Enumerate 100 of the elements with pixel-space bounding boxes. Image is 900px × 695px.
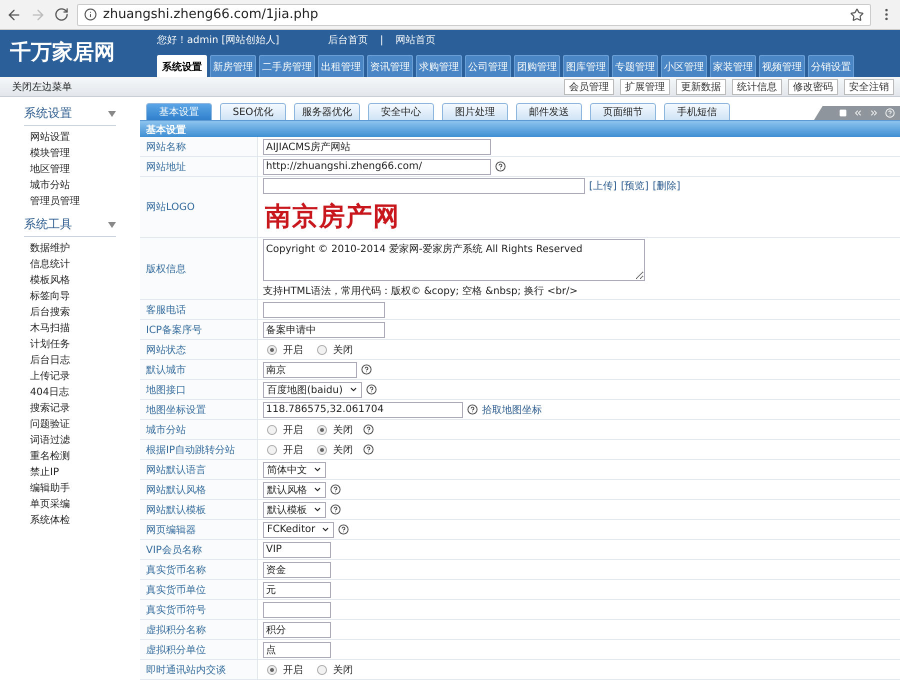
text-field[interactable]: 点 bbox=[263, 642, 331, 658]
text-field[interactable]: 资金 bbox=[263, 562, 331, 578]
radio-button[interactable] bbox=[317, 344, 327, 354]
text-field[interactable]: VIP bbox=[263, 542, 331, 558]
nav-tab[interactable]: 图库管理 bbox=[563, 55, 609, 77]
nav-tab[interactable]: 视频管理 bbox=[759, 55, 805, 77]
settings-tab[interactable]: SEO优化 bbox=[220, 103, 286, 120]
help-icon[interactable] bbox=[330, 504, 341, 515]
help-icon[interactable] bbox=[330, 484, 341, 495]
text-field[interactable]: http://zhuangshi.zheng66.com/ bbox=[263, 158, 491, 174]
sidebar-item[interactable]: 搜索记录 bbox=[24, 401, 116, 417]
settings-tab[interactable]: 服务器优化 bbox=[294, 103, 360, 120]
sidebar-item[interactable]: 网站设置 bbox=[24, 130, 116, 146]
help-icon[interactable] bbox=[361, 364, 372, 375]
toolbar-button[interactable]: 扩展管理 bbox=[620, 78, 670, 94]
nav-tab[interactable]: 公司管理 bbox=[465, 55, 511, 77]
sidebar-section-title[interactable]: 系统设置 bbox=[24, 105, 72, 122]
toolbar-button[interactable]: 会员管理 bbox=[564, 78, 614, 94]
text-field[interactable] bbox=[263, 602, 331, 618]
dropdown[interactable]: 百度地图(baidu) bbox=[263, 382, 362, 398]
sidebar-item[interactable]: 问题验证 bbox=[24, 417, 116, 433]
nav-tab[interactable]: 求购管理 bbox=[416, 55, 462, 77]
radio-button[interactable] bbox=[267, 664, 277, 674]
sidebar-item[interactable]: 单页采编 bbox=[24, 497, 116, 513]
dropdown[interactable]: 默认风格 bbox=[263, 482, 326, 498]
info-icon[interactable] bbox=[84, 8, 97, 21]
radio-button[interactable] bbox=[317, 444, 327, 454]
sidebar-item[interactable]: 地区管理 bbox=[24, 162, 116, 178]
text-field[interactable]: 备案申请中 bbox=[263, 322, 385, 338]
sidebar-item[interactable]: 木马扫描 bbox=[24, 321, 116, 337]
sidebar-item[interactable]: 模块管理 bbox=[24, 146, 116, 162]
toolbar-button[interactable]: 更新数据 bbox=[676, 78, 726, 94]
reload-icon[interactable] bbox=[54, 7, 69, 22]
square-icon[interactable] bbox=[839, 109, 847, 117]
sidebar-item[interactable]: 计划任务 bbox=[24, 337, 116, 353]
sidebar-item[interactable]: 词语过滤 bbox=[24, 433, 116, 449]
settings-tab[interactable]: 邮件发送 bbox=[516, 103, 582, 120]
settings-tab[interactable]: 安全中心 bbox=[368, 103, 434, 120]
sidebar-item[interactable]: 后台搜索 bbox=[24, 305, 116, 321]
close-menu-link[interactable]: 关闭左边菜单 bbox=[12, 80, 564, 94]
logo-action-link[interactable]: [上传] bbox=[589, 179, 617, 193]
nav-tab[interactable]: 团购管理 bbox=[514, 55, 560, 77]
sidebar-item[interactable]: 标签向导 bbox=[24, 289, 116, 305]
nav-tab[interactable]: 系统设置 bbox=[157, 55, 207, 77]
text-field[interactable] bbox=[263, 302, 385, 318]
next-icon[interactable] bbox=[869, 108, 879, 118]
collapse-icon[interactable] bbox=[108, 222, 116, 228]
nav-tab[interactable]: 家装管理 bbox=[710, 55, 756, 77]
nav-tab[interactable]: 新房管理 bbox=[210, 55, 256, 77]
text-field[interactable]: 元 bbox=[263, 582, 331, 598]
text-field[interactable]: 118.786575,32.061704 bbox=[263, 402, 463, 418]
dropdown[interactable]: FCKeditor bbox=[263, 522, 334, 538]
sidebar-item[interactable]: 系统体检 bbox=[24, 513, 116, 529]
nav-tab[interactable]: 专题管理 bbox=[612, 55, 658, 77]
settings-tab[interactable]: 图片处理 bbox=[442, 103, 508, 120]
back-icon[interactable] bbox=[6, 6, 22, 22]
settings-tab[interactable]: 手机短信 bbox=[664, 103, 730, 120]
radio-button[interactable] bbox=[267, 444, 277, 454]
nav-tab[interactable]: 二手房管理 bbox=[259, 55, 315, 77]
radio-button[interactable] bbox=[317, 664, 327, 674]
settings-tab[interactable]: 页面细节 bbox=[590, 103, 656, 120]
sidebar-item[interactable]: 信息统计 bbox=[24, 257, 116, 273]
dropdown[interactable]: 简体中文 bbox=[263, 462, 326, 478]
sidebar-item[interactable]: 404日志 bbox=[24, 385, 116, 401]
copyright-field[interactable]: Copyright © 2010-2014 爱家网-爱家房产系统 All Rights Reserved bbox=[263, 239, 645, 281]
logo-action-link[interactable]: [预览] bbox=[620, 179, 649, 193]
toolbar-button[interactable]: 修改密码 bbox=[788, 78, 838, 94]
pick-coordinates-link[interactable]: 拾取地图坐标 bbox=[482, 402, 542, 416]
nav-tab[interactable]: 资讯管理 bbox=[367, 55, 413, 77]
star-icon[interactable] bbox=[850, 8, 864, 22]
text-field[interactable]: AIJIACMS房产网站 bbox=[263, 138, 491, 154]
sidebar-section-title[interactable]: 系统工具 bbox=[24, 216, 72, 233]
sidebar-item[interactable]: 数据维护 bbox=[24, 241, 116, 257]
previous-icon[interactable] bbox=[853, 108, 863, 118]
help-icon[interactable] bbox=[495, 161, 506, 172]
dropdown[interactable]: 默认模板 bbox=[263, 502, 326, 518]
text-field[interactable]: 积分 bbox=[263, 622, 331, 638]
header-link[interactable]: 网站首页 bbox=[395, 33, 436, 47]
sidebar-item[interactable]: 后台日志 bbox=[24, 353, 116, 369]
header-link[interactable]: 后台首页 bbox=[328, 33, 368, 47]
address-bar[interactable]: zhuangshi.zheng66.com/1jia.php bbox=[77, 4, 871, 26]
collapse-icon[interactable] bbox=[108, 110, 116, 116]
radio-button[interactable] bbox=[267, 344, 277, 354]
sidebar-item[interactable]: 模板风格 bbox=[24, 273, 116, 289]
sidebar-item[interactable]: 上传记录 bbox=[24, 369, 116, 385]
help-icon[interactable] bbox=[467, 404, 478, 415]
sidebar-item[interactable]: 城市分站 bbox=[24, 178, 116, 194]
toolbar-button[interactable]: 统计信息 bbox=[732, 78, 782, 94]
toolbar-button[interactable]: 安全注销 bbox=[844, 78, 894, 94]
radio-button[interactable] bbox=[317, 424, 327, 434]
logo-action-link[interactable]: [删除] bbox=[652, 179, 680, 193]
radio-button[interactable] bbox=[267, 424, 277, 434]
nav-tab[interactable]: 分销设置 bbox=[808, 55, 854, 77]
nav-tab[interactable]: 小区管理 bbox=[661, 55, 707, 77]
help-icon[interactable] bbox=[366, 384, 377, 395]
sidebar-item[interactable]: 编辑助手 bbox=[24, 481, 116, 497]
nav-tab[interactable]: 出租管理 bbox=[318, 55, 364, 77]
logo-path-field[interactable] bbox=[263, 178, 585, 194]
help-icon[interactable] bbox=[363, 444, 374, 455]
sidebar-item[interactable]: 重名检测 bbox=[24, 449, 116, 465]
